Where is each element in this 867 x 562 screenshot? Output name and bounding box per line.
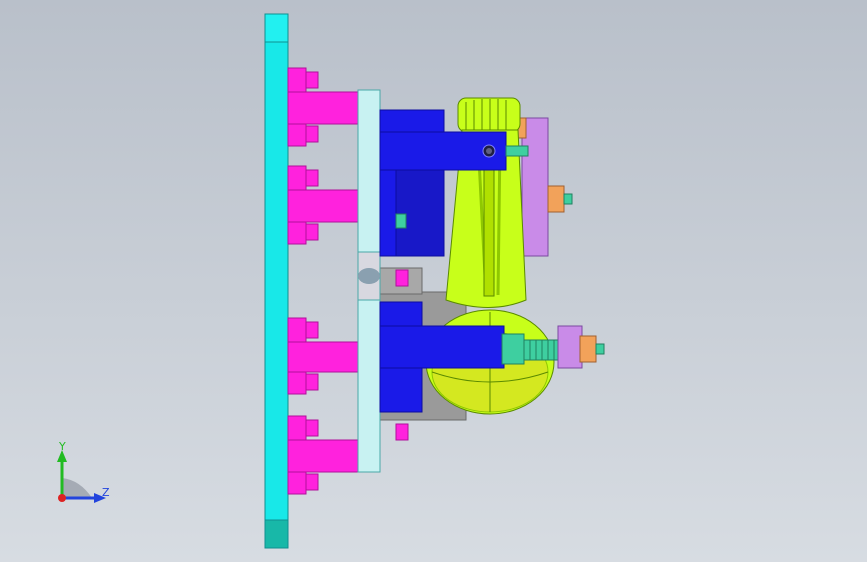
upper-adjust-screw-tip xyxy=(563,193,573,205)
coordinate-triad[interactable]: Y Z xyxy=(40,440,120,510)
bolt-head xyxy=(287,67,307,93)
z-axis-label: Z xyxy=(102,486,110,499)
upper-adjust-nut[interactable] xyxy=(547,185,565,213)
purple-support-block[interactable] xyxy=(521,117,549,257)
cad-viewport[interactable]: Y Z xyxy=(0,0,867,562)
bolt-nut xyxy=(305,71,319,89)
bolt-nut xyxy=(305,373,319,391)
bolt-nut xyxy=(305,419,319,437)
lower-adjust-nut[interactable] xyxy=(579,335,597,363)
lower-adjust-screw-tip xyxy=(595,343,605,355)
mount-plate-hole xyxy=(358,268,380,284)
rod-center-slot xyxy=(483,169,495,297)
base-plate-bottom-band xyxy=(264,519,289,549)
lower-adjust-screw-thread xyxy=(523,339,561,361)
screw-head xyxy=(395,269,409,287)
base-plate-top-band xyxy=(264,13,289,43)
triad-plane-shade xyxy=(62,478,92,498)
bolt-nut xyxy=(305,321,319,339)
bolt-head xyxy=(287,371,307,395)
bolt-group-lower[interactable] xyxy=(287,317,359,495)
bolt-head xyxy=(287,165,307,191)
lower-clamp-arm[interactable] xyxy=(379,325,505,369)
base-plate[interactable] xyxy=(264,13,289,549)
lower-adjust-screw-hex xyxy=(501,333,525,365)
bolt-nut xyxy=(305,125,319,143)
bolt-head xyxy=(287,221,307,245)
standoff xyxy=(287,341,359,373)
bolt-nut xyxy=(305,223,319,241)
fixture-assembly-model[interactable] xyxy=(0,0,867,562)
bolt-head xyxy=(287,317,307,343)
lower-purple-block[interactable] xyxy=(557,325,583,369)
y-axis-label: Y xyxy=(58,440,66,453)
upper-clamp-side xyxy=(395,169,445,257)
bolt-head xyxy=(287,123,307,147)
standoff xyxy=(287,439,359,473)
bolt-group-upper[interactable] xyxy=(287,67,359,245)
bolt-head xyxy=(287,471,307,495)
bolt-nut xyxy=(305,473,319,491)
standoff xyxy=(287,189,359,223)
bolt-nut xyxy=(305,169,319,187)
upper-clamp-pin xyxy=(505,145,529,157)
standoff xyxy=(287,91,359,125)
rod-top-boss xyxy=(457,97,521,133)
triad-origin xyxy=(58,494,66,502)
bolt-head xyxy=(287,415,307,441)
upper-clamp-green-tab xyxy=(395,213,407,229)
screw-head xyxy=(395,423,409,441)
